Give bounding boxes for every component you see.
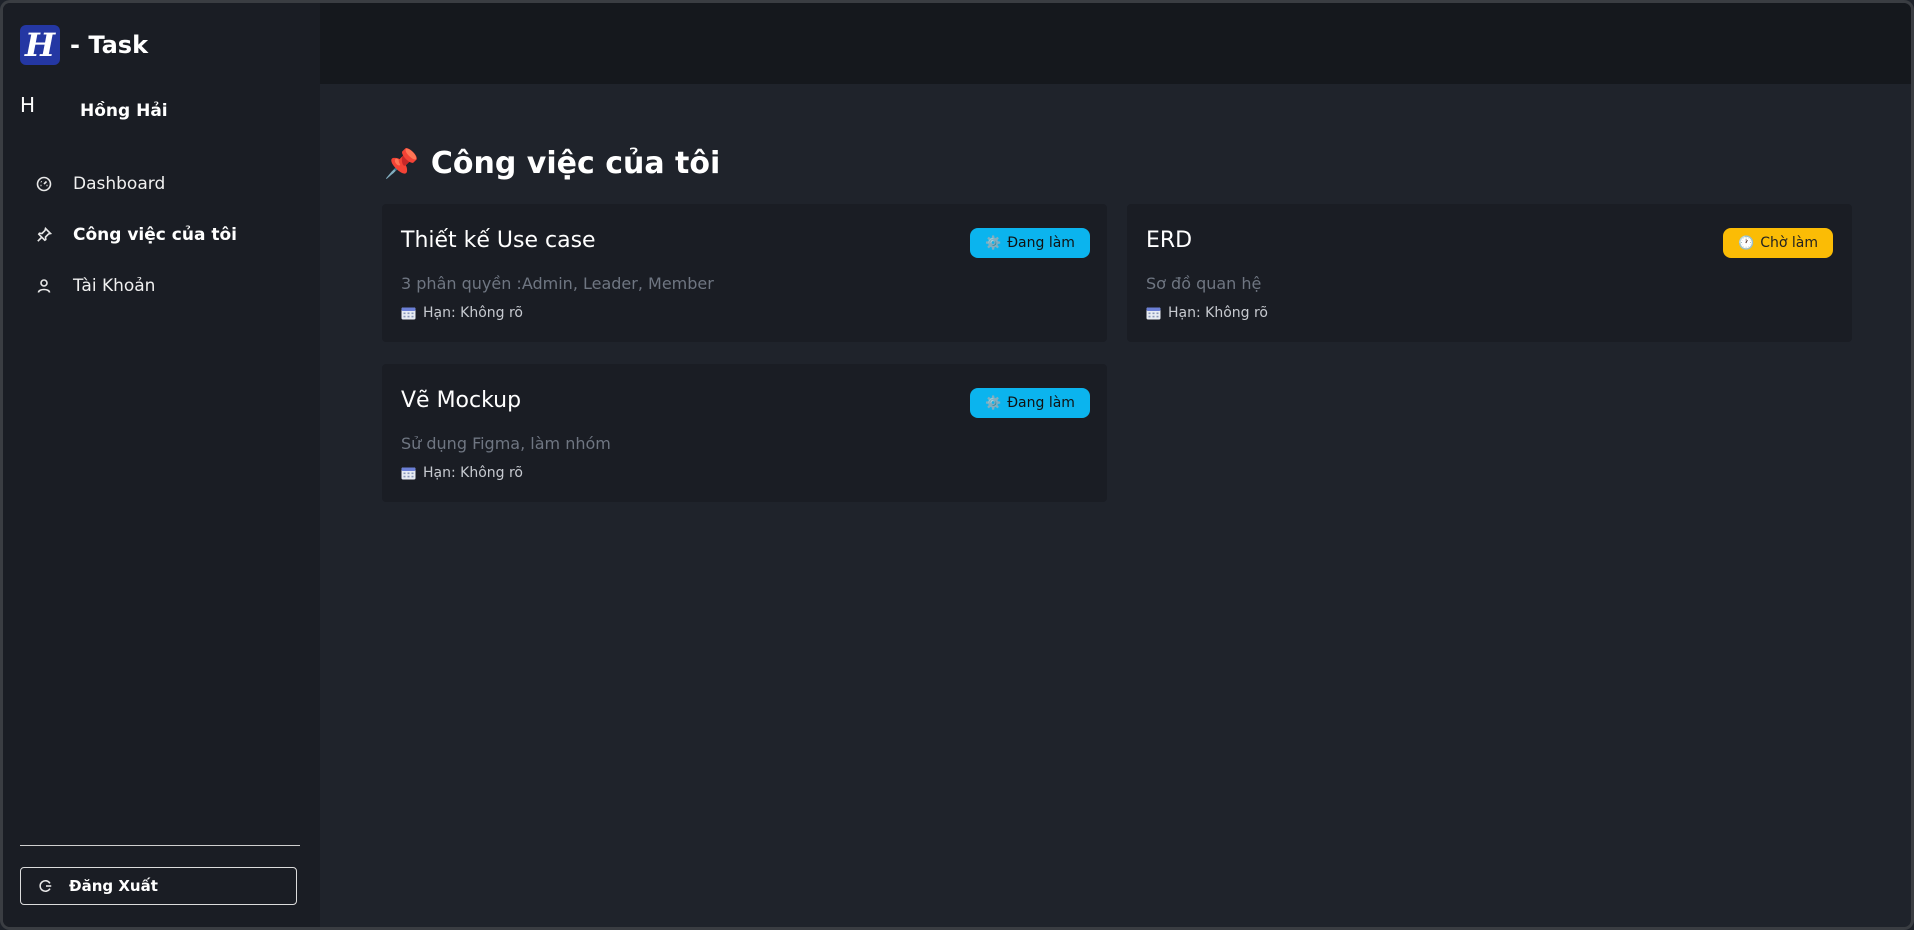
task-title: Thiết kế Use case <box>401 228 596 253</box>
task-description: Sơ đồ quan hệ <box>1146 274 1262 293</box>
brand[interactable]: H - Task <box>20 25 148 65</box>
sidebar-item-label: Dashboard <box>73 173 166 194</box>
sidebar-item-label: Tài Khoản <box>73 275 156 296</box>
status-label: Đang làm <box>1007 395 1075 411</box>
calendar-icon <box>401 467 416 480</box>
calendar-icon <box>401 307 416 320</box>
gear-icon: ⚙️ <box>985 395 1002 411</box>
calendar-icon <box>1146 307 1161 320</box>
sidebar-item-dashboard[interactable]: Dashboard <box>3 158 320 209</box>
task-card[interactable]: ERD 🕐 Chờ làm Sơ đồ quan hệ Hạn: Không r… <box>1127 204 1852 342</box>
sidebar-nav: Dashboard Công việc của tôi Tài Khoản <box>3 158 320 311</box>
top-bar <box>320 3 1911 84</box>
status-badge[interactable]: ⚙️ Đang làm <box>970 228 1090 258</box>
page-title-text: Công việc của tôi <box>430 146 721 181</box>
status-badge[interactable]: ⚙️ Đang làm <box>970 388 1090 418</box>
task-due: Hạn: Không rõ <box>1146 305 1268 321</box>
app-window: H - Task H Hồng Hải Dashboard Công việc … <box>3 3 1911 927</box>
task-due: Hạn: Không rõ <box>401 465 523 481</box>
gauge-icon <box>36 176 52 191</box>
sidebar: H - Task H Hồng Hải Dashboard Công việc … <box>3 3 320 927</box>
task-description: 3 phân quyền :Admin, Leader, Member <box>401 274 714 293</box>
user-name: Hồng Hải <box>80 101 168 121</box>
clock-icon: 🕐 <box>1738 235 1755 251</box>
task-description: Sử dụng Figma, làm nhóm <box>401 434 611 453</box>
task-due-label: Hạn: Không rõ <box>423 465 523 481</box>
task-due: Hạn: Không rõ <box>401 305 523 321</box>
logout-button[interactable]: Đăng Xuất <box>20 867 297 905</box>
sidebar-item-my-tasks[interactable]: Công việc của tôi <box>3 209 320 260</box>
status-label: Chờ làm <box>1760 235 1818 251</box>
page-title: 📌 Công việc của tôi <box>384 146 720 181</box>
logout-label: Đăng Xuất <box>69 877 158 895</box>
logout-icon <box>39 879 52 893</box>
gear-icon: ⚙️ <box>985 235 1002 251</box>
task-due-label: Hạn: Không rõ <box>423 305 523 321</box>
status-label: Đang làm <box>1007 235 1075 251</box>
avatar: H <box>20 93 36 117</box>
task-due-label: Hạn: Không rõ <box>1168 305 1268 321</box>
sidebar-item-label: Công việc của tôi <box>73 224 237 245</box>
task-card[interactable]: Thiết kế Use case ⚙️ Đang làm 3 phân quy… <box>382 204 1107 342</box>
app-title: - Task <box>70 31 149 59</box>
task-title: ERD <box>1146 228 1193 253</box>
user-icon <box>37 278 51 293</box>
app-logo: H <box>20 25 60 65</box>
sidebar-item-account[interactable]: Tài Khoản <box>3 260 320 311</box>
sidebar-divider <box>20 845 300 846</box>
status-badge[interactable]: 🕐 Chờ làm <box>1723 228 1833 258</box>
pushpin-icon: 📌 <box>384 146 419 180</box>
pin-icon <box>37 226 52 242</box>
task-card[interactable]: Vẽ Mockup ⚙️ Đang làm Sử dụng Figma, làm… <box>382 364 1107 502</box>
task-title: Vẽ Mockup <box>401 388 522 413</box>
